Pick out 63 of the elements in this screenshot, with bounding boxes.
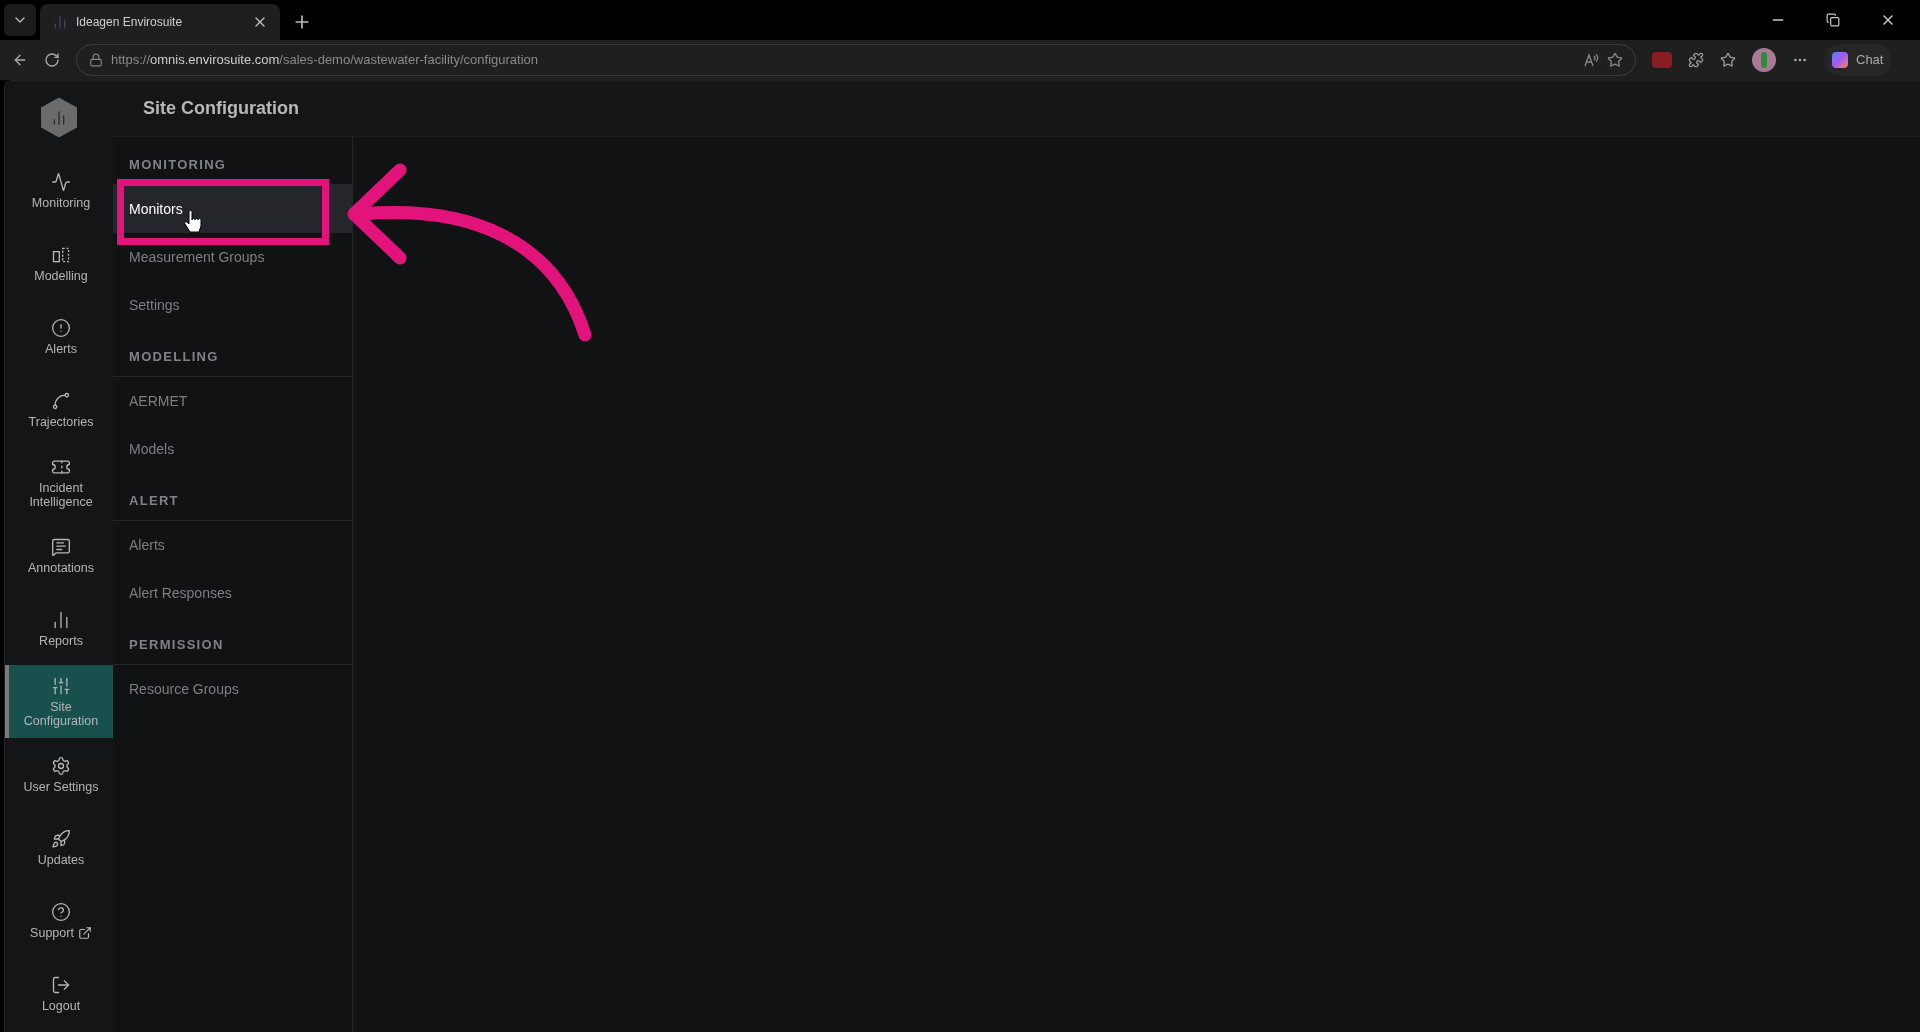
menu-item[interactable]: Settings (113, 281, 352, 329)
hand-cursor-icon (184, 210, 204, 236)
nav-label: Support (30, 925, 74, 940)
nav-label: Reports (38, 633, 84, 648)
nav-item[interactable]: Site Configuration (5, 665, 113, 738)
nav-label: Logout (40, 998, 82, 1013)
rocket-icon (51, 828, 71, 849)
nav-item[interactable]: Support (5, 884, 113, 957)
lock-icon (89, 53, 103, 67)
comment-icon (51, 536, 71, 557)
nav-label: Trajectories (27, 414, 95, 429)
nav-item[interactable]: User Settings (5, 738, 113, 811)
nav-label: Updates (36, 852, 86, 867)
nav-item[interactable]: Alerts (5, 300, 113, 373)
nav-item[interactable]: Incident Intelligence (5, 446, 113, 519)
menu-item[interactable]: Alert Responses (113, 569, 352, 617)
back-icon[interactable] (12, 52, 28, 68)
read-aloud-icon[interactable] (1583, 52, 1599, 68)
section-heading: MODELLING (129, 347, 219, 366)
nav-label: User Settings (22, 779, 100, 794)
sliders-icon (51, 675, 71, 696)
menu-item[interactable]: Resource Groups (113, 665, 352, 713)
extensions-icon[interactable] (1688, 52, 1704, 68)
favorites-icon[interactable] (1720, 52, 1736, 68)
page-title: Site Configuration (143, 97, 299, 120)
nav-item[interactable]: Reports (5, 592, 113, 665)
favorite-icon[interactable] (1607, 52, 1623, 68)
profile-avatar[interactable] (1752, 48, 1776, 72)
copilot-icon (1832, 52, 1848, 68)
menu-item[interactable]: Measurement Groups (113, 233, 352, 281)
help-icon (51, 901, 71, 922)
restore-icon[interactable] (1826, 13, 1840, 27)
menu-item[interactable]: Alerts (113, 521, 352, 569)
tab-title: Ideagen Envirosuite (76, 14, 184, 31)
nav-item[interactable]: Trajectories (5, 373, 113, 446)
alert-icon (51, 317, 71, 338)
nav-label: Alerts (44, 341, 78, 356)
tab-list-button[interactable] (4, 4, 36, 36)
nav-item[interactable]: Monitoring (5, 154, 113, 227)
chart-icon (51, 109, 67, 126)
nav-item[interactable]: Annotations (5, 519, 113, 592)
nav-item[interactable]: Modelling (5, 227, 113, 300)
settings-icon (51, 755, 71, 776)
reload-icon[interactable] (44, 52, 60, 68)
pulse-icon (51, 171, 71, 192)
section-heading: ALERT (129, 491, 179, 510)
section-heading: PERMISSION (129, 635, 224, 654)
browser-tab[interactable]: Ideagen Envirosuite (40, 4, 280, 40)
nav-label: Incident Intelligence (28, 480, 94, 509)
curve-icon (51, 390, 71, 411)
site-icon (52, 14, 68, 30)
nav-item[interactable]: Updates (5, 811, 113, 884)
nav-label: Site Configuration (22, 699, 100, 728)
chat-button[interactable]: Chat (1824, 44, 1892, 76)
section-heading: MONITORING (129, 155, 227, 174)
nav-label: Modelling (33, 268, 89, 283)
menu-item[interactable]: AERMET (113, 377, 352, 425)
url-text: https://omnis.envirosuite.com/sales-demo/wastewater-facility/configuration (111, 51, 540, 70)
nav-label: Annotations (27, 560, 95, 575)
nav-item[interactable]: Logout (5, 957, 113, 1030)
menu-item[interactable]: Models (113, 425, 352, 473)
logout-icon (51, 974, 71, 995)
nav-label: Monitoring (30, 195, 92, 210)
